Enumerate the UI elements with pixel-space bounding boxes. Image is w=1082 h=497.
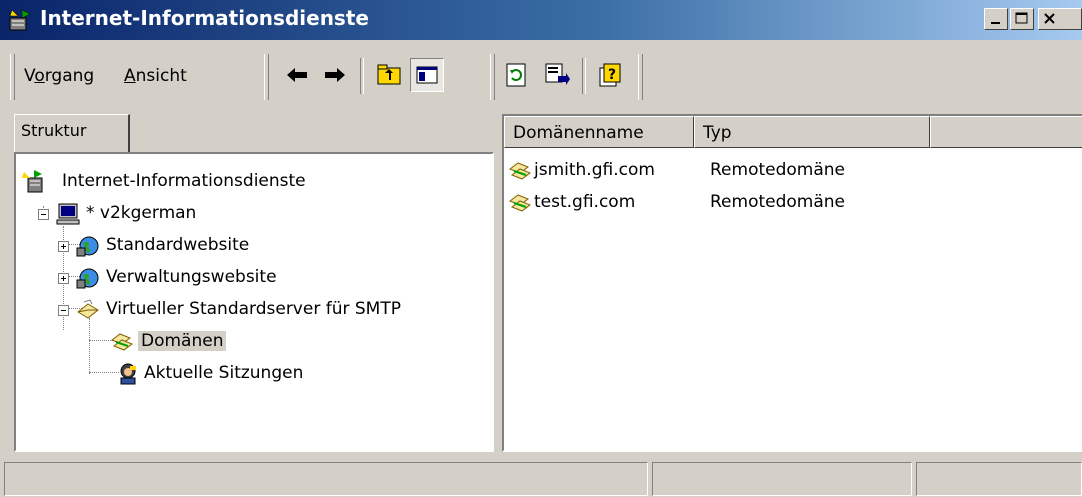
website-icon bbox=[76, 266, 100, 290]
refresh-icon bbox=[506, 63, 526, 87]
close-button[interactable] bbox=[1038, 8, 1082, 30]
list-row[interactable]: jsmith.gfi.com Remotedomäne bbox=[504, 156, 1082, 186]
tree-item-label: Internet-Informationsdienste bbox=[62, 171, 306, 191]
back-arrow-icon bbox=[287, 68, 307, 82]
column-header-empty[interactable] bbox=[930, 116, 1082, 148]
status-panel-2 bbox=[652, 462, 912, 496]
domain-name: jsmith.gfi.com bbox=[534, 160, 655, 180]
expand-toggle[interactable] bbox=[58, 241, 69, 252]
column-header-label: Typ bbox=[703, 123, 732, 143]
menu-ansicht[interactable]: Ansicht bbox=[124, 66, 187, 86]
window-title: Internet-Informationsdienste bbox=[40, 6, 369, 30]
iis-app-icon bbox=[8, 8, 34, 32]
domain-name: test.gfi.com bbox=[534, 192, 636, 212]
tree-connector bbox=[89, 318, 91, 374]
svg-text:?: ? bbox=[608, 67, 616, 83]
toolbar-grip-3[interactable] bbox=[490, 54, 495, 100]
export-list-icon bbox=[545, 63, 570, 85]
toolbar: Vorgang Ansicht ? bbox=[0, 44, 1082, 110]
help-button[interactable]: ? bbox=[594, 58, 628, 92]
tree-item-smtp-server[interactable]: Virtueller Standardserver für SMTP bbox=[46, 296, 486, 324]
menu-vorgang[interactable]: Vorgang bbox=[24, 66, 94, 86]
tree-item-label: Domänen bbox=[138, 331, 227, 351]
tree-item-label: Aktuelle Sitzungen bbox=[144, 363, 304, 383]
export-list-button[interactable] bbox=[540, 58, 574, 92]
website-icon bbox=[76, 234, 100, 258]
tree-item-iis-root[interactable]: Internet-Informationsdienste bbox=[22, 168, 482, 196]
tree-item-computer[interactable]: * v2kgerman bbox=[28, 200, 488, 228]
collapse-toggle[interactable] bbox=[58, 305, 69, 316]
tree-item-label: Virtueller Standardserver für SMTP bbox=[106, 299, 401, 319]
tree-item-standardwebsite[interactable]: Standardwebsite bbox=[46, 232, 486, 260]
minimize-button[interactable] bbox=[984, 8, 1008, 30]
tab-struktur-label: Struktur bbox=[21, 121, 87, 140]
toolbar-grip[interactable] bbox=[10, 54, 15, 100]
toolbar-separator-2 bbox=[582, 58, 586, 94]
domain-type: Remotedomäne bbox=[710, 192, 845, 212]
show-tree-icon bbox=[416, 66, 438, 84]
back-button[interactable] bbox=[280, 58, 314, 92]
collapse-toggle[interactable] bbox=[38, 209, 49, 220]
tree-pane[interactable]: Internet-Informationsdienste * v2kgerman… bbox=[14, 152, 494, 452]
show-hide-tree-button[interactable] bbox=[410, 58, 444, 92]
forward-button[interactable] bbox=[318, 58, 352, 92]
tab-struktur[interactable]: Struktur bbox=[14, 114, 130, 152]
domains-icon bbox=[110, 330, 134, 354]
refresh-button[interactable] bbox=[500, 58, 534, 92]
status-bar bbox=[0, 460, 1082, 497]
column-header-label: Domänenname bbox=[513, 123, 644, 143]
status-panel-3 bbox=[916, 462, 1082, 496]
tree-item-label: Verwaltungswebsite bbox=[106, 267, 277, 287]
tree-item-aktuelle-sitzungen[interactable]: Aktuelle Sitzungen bbox=[110, 360, 410, 388]
up-one-level-button[interactable] bbox=[372, 58, 406, 92]
iis-root-icon bbox=[22, 170, 46, 194]
domain-icon bbox=[508, 159, 532, 188]
title-bar[interactable]: Internet-Informationsdienste bbox=[0, 0, 1082, 40]
help-icon: ? bbox=[599, 63, 621, 87]
tree-item-label: * v2kgerman bbox=[86, 203, 197, 223]
toolbar-separator bbox=[360, 58, 364, 94]
maximize-button[interactable] bbox=[1010, 8, 1034, 30]
domain-icon bbox=[508, 191, 532, 220]
up-folder-icon bbox=[377, 64, 401, 85]
expand-toggle[interactable] bbox=[58, 273, 69, 284]
domain-type: Remotedomäne bbox=[710, 160, 845, 180]
sessions-icon bbox=[116, 362, 140, 386]
status-panel-1 bbox=[4, 462, 648, 496]
column-header-domaenenname[interactable]: Domänenname bbox=[504, 116, 694, 148]
list-row[interactable]: test.gfi.com Remotedomäne bbox=[504, 188, 1082, 218]
list-pane[interactable]: Domänenname Typ jsmith.gfi.com Remotedom… bbox=[502, 114, 1082, 452]
toolbar-grip-2[interactable] bbox=[264, 54, 269, 100]
computer-icon bbox=[56, 202, 80, 226]
toolbar-grip-4[interactable] bbox=[638, 54, 643, 100]
tree-item-verwaltungswebsite[interactable]: Verwaltungswebsite bbox=[46, 264, 486, 292]
forward-arrow-icon bbox=[325, 68, 345, 82]
smtp-server-icon bbox=[76, 298, 100, 322]
column-header-typ[interactable]: Typ bbox=[694, 116, 930, 148]
tree-item-domaenen[interactable]: Domänen bbox=[110, 328, 310, 356]
tree-item-label: Standardwebsite bbox=[106, 235, 250, 255]
